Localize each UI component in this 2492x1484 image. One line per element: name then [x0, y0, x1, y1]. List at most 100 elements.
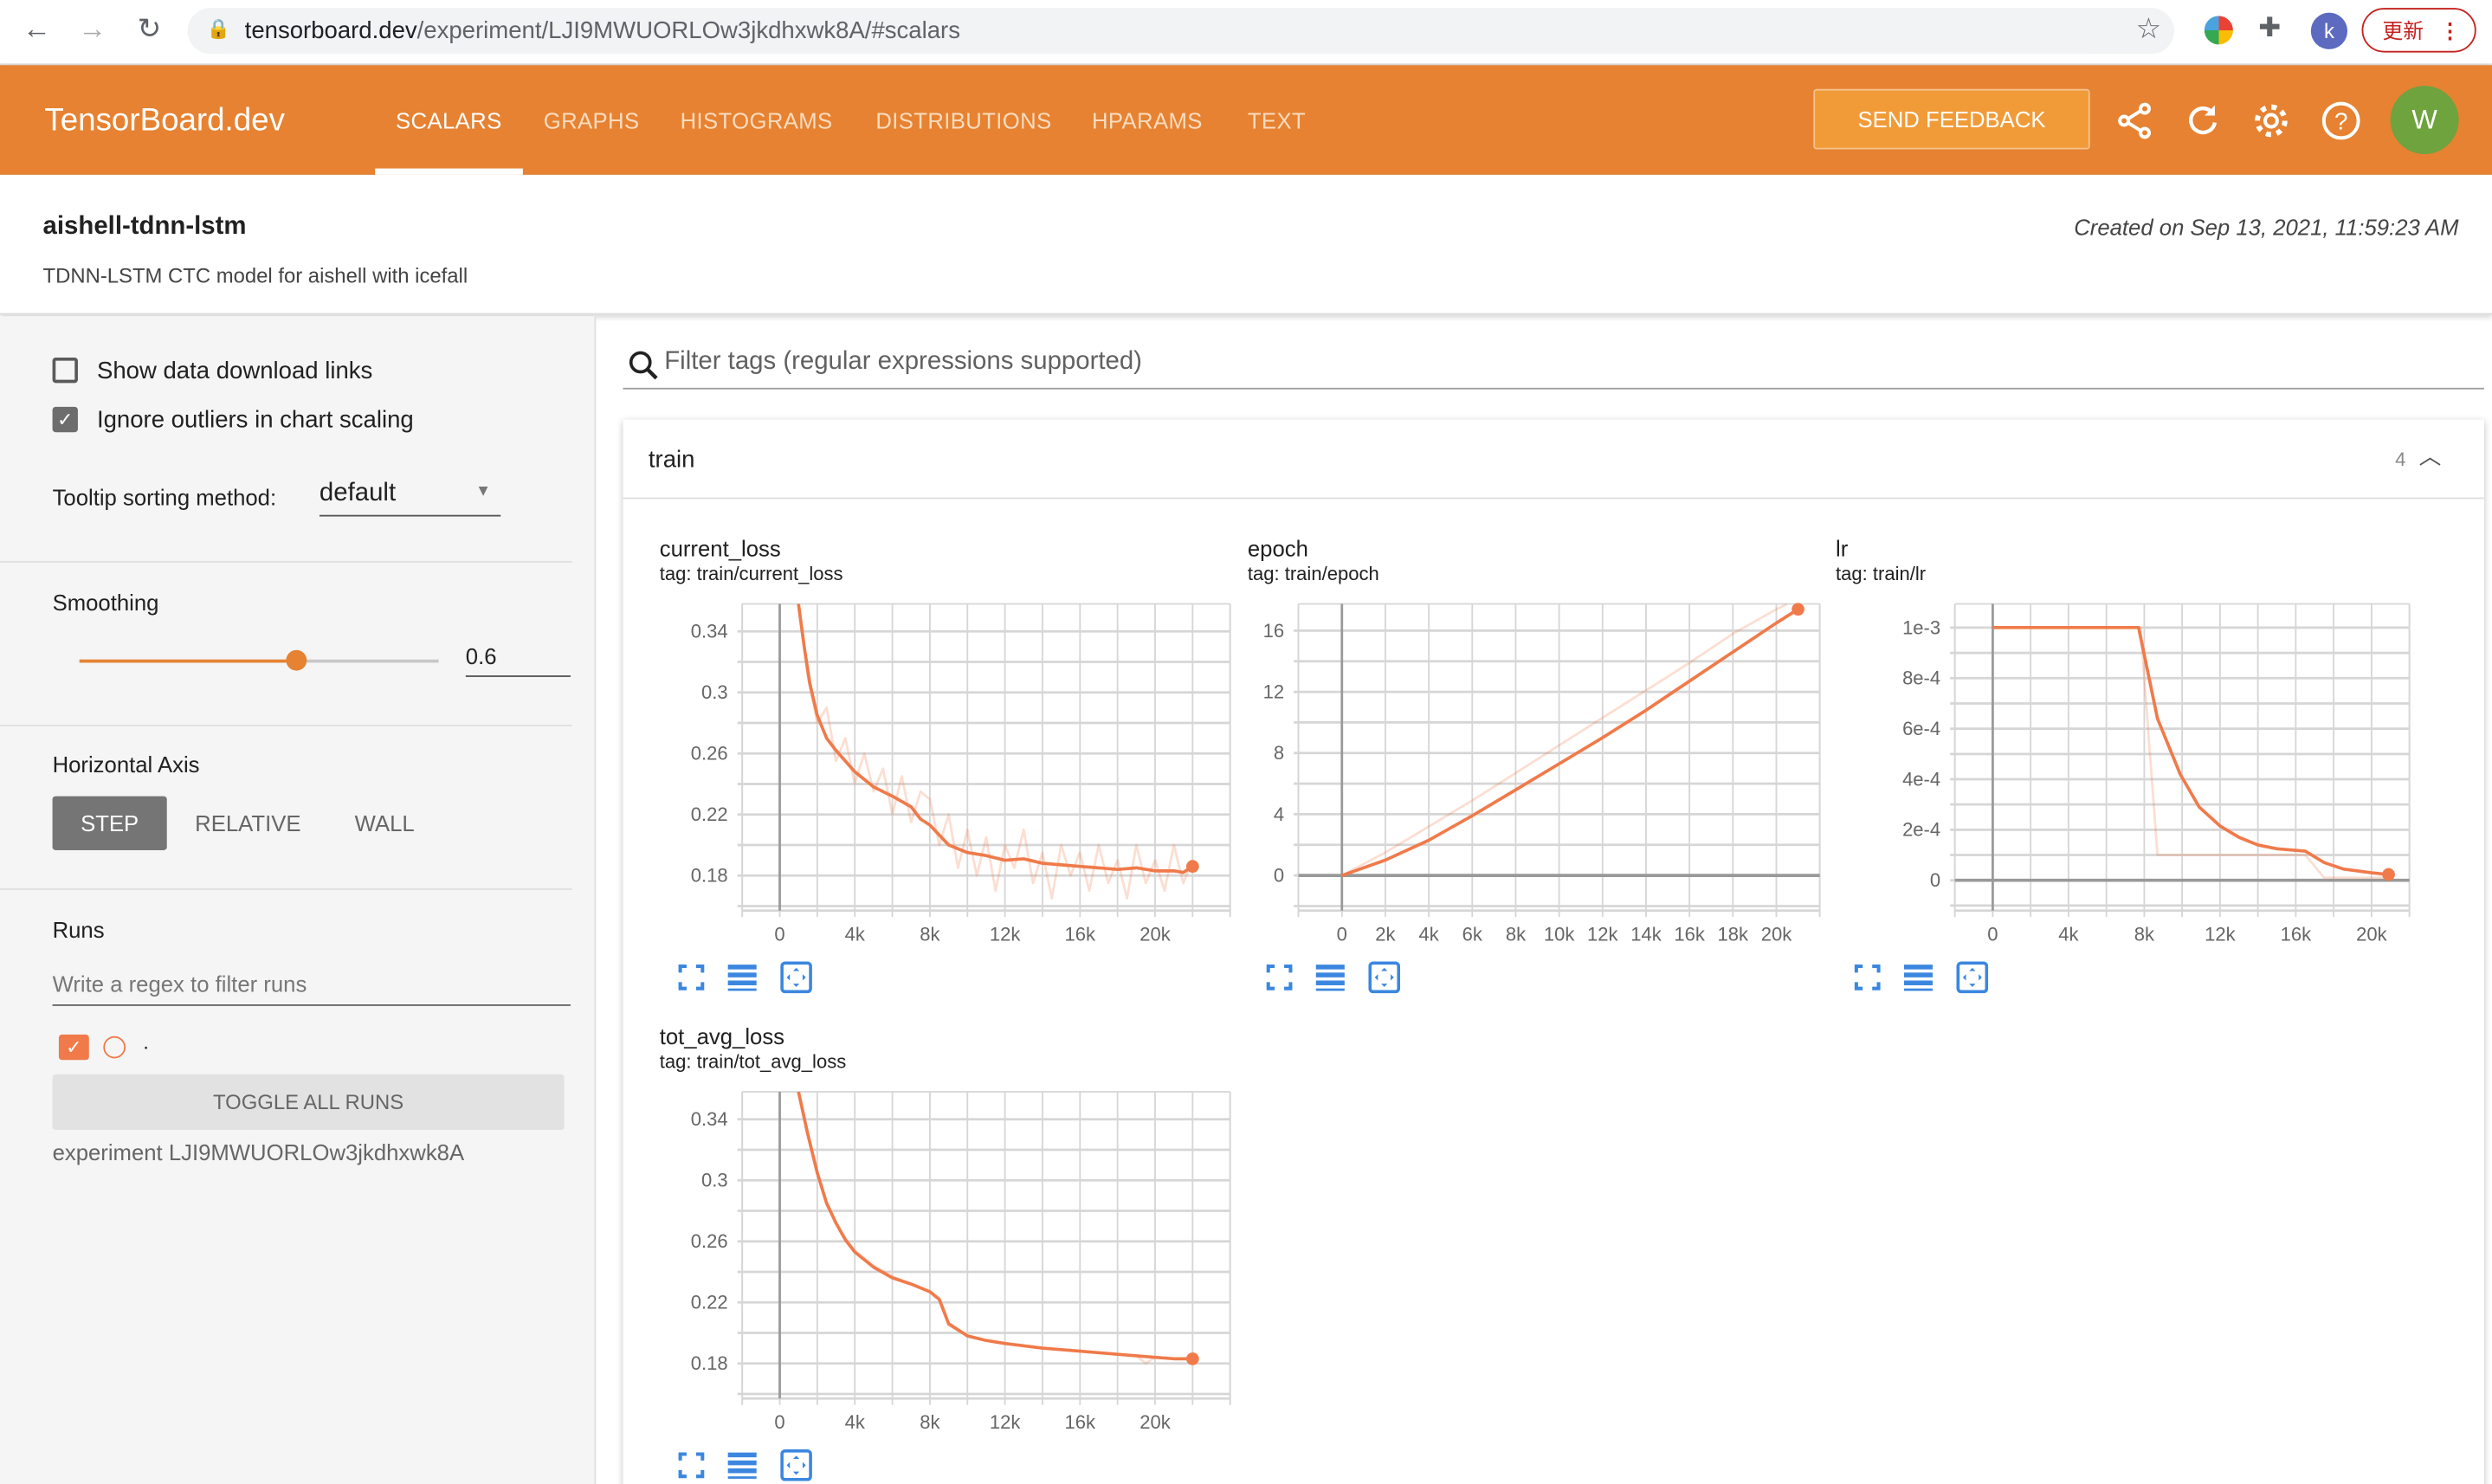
chart-card-epoch: epoch tag: train/epoch 0 2k 4k 6k 8k 10k 12k 14… [1248, 536, 1836, 1013]
tag-filter-input[interactable]: Filter tags (regular expressions support… [623, 340, 2484, 390]
reload-icon[interactable]: ↻ [132, 13, 166, 47]
y-tick-label: 0.34 [691, 1108, 728, 1130]
x-tick-label: 14k [1630, 924, 1662, 945]
smoothed-series-line [1341, 608, 1799, 877]
user-avatar[interactable]: W [2390, 86, 2459, 155]
help-icon[interactable]: ? [2321, 100, 2362, 142]
grid [1950, 603, 2411, 918]
run-name: . [143, 1029, 149, 1054]
ignore-outliers-label[interactable]: Ignore outliers in chart scaling [97, 407, 414, 434]
x-tick-label: 16k [1065, 924, 1096, 945]
data-list-icon[interactable] [726, 1449, 759, 1481]
fullscreen-icon[interactable] [675, 1449, 707, 1481]
brand-logo[interactable]: TensorBoard.dev [44, 103, 285, 139]
smoothing-value-input[interactable]: 0.6 [465, 643, 571, 677]
x-tick-label: 4k [845, 924, 866, 945]
x-tick-label: 0 [774, 924, 784, 945]
x-tick-label: 4k [1418, 924, 1439, 945]
fit-domain-icon[interactable] [1956, 961, 1989, 994]
x-tick-label: 18k [1718, 924, 1749, 945]
raw-series-line [797, 1091, 1193, 1365]
bookmark-star-icon[interactable]: ☆ [2136, 13, 2162, 47]
ignore-outliers-checkbox[interactable]: ✓ [52, 406, 78, 433]
active-tab-indicator [375, 168, 523, 175]
send-feedback-button[interactable]: SEND FEEDBACK [1813, 88, 2090, 150]
puzzle-icon[interactable]: ✚ [2258, 13, 2281, 45]
fullscreen-icon[interactable] [1851, 961, 1883, 993]
y-tick-label: 0 [1274, 864, 1284, 886]
smoothing-slider[interactable] [79, 649, 439, 671]
smoothing-label: Smoothing [52, 589, 159, 616]
x-tick-label: 6k [1462, 924, 1483, 945]
tab-scalars[interactable]: SCALARS [396, 108, 502, 133]
profile-avatar[interactable]: k [2310, 12, 2348, 49]
y-tick-label: 8 [1274, 742, 1284, 764]
tooltip-sorting-value: default [319, 480, 397, 507]
x-tick-label: 16k [1674, 924, 1705, 945]
run-color-radio[interactable] [103, 1036, 126, 1059]
lock-icon: 🔒 [206, 17, 231, 40]
tooltip-sorting-label: Tooltip sorting method: [52, 484, 277, 511]
chart-plot[interactable]: 0 2k 4k 6k 8k 10k 12k 14k 16k 18k 20k 0 4 8 12 16 [1248, 536, 1836, 957]
grid [1294, 603, 1821, 918]
chart-plot[interactable]: 0 4k 8k 12k 16k 20k 0 2e-4 4e-4 6e-4 8e-4 1e-3 [1836, 536, 2424, 957]
y-tick-label: 0.18 [691, 1352, 728, 1374]
tab-distributions[interactable]: DISTRIBUTIONS [875, 108, 1051, 133]
fullscreen-icon[interactable] [1263, 961, 1295, 993]
x-tick-label: 20k [1761, 924, 1792, 945]
y-tick-label: 0.18 [691, 865, 728, 887]
y-tick-label: 1e-3 [1902, 616, 1940, 638]
search-icon [629, 351, 658, 380]
y-tick-label: 0.34 [691, 621, 728, 642]
smoothed-series-line [797, 1091, 1193, 1361]
run-checkbox[interactable]: ✓ [58, 1034, 89, 1061]
axis-wall-button[interactable]: WALL [337, 797, 432, 850]
fit-domain-icon[interactable] [780, 961, 812, 994]
tooltip-sorting-select[interactable]: default ▼ [319, 480, 501, 517]
y-tick-label: 4e-4 [1902, 768, 1940, 790]
fit-domain-icon[interactable] [1368, 961, 1401, 994]
chart-plot[interactable]: 0 4k 8k 12k 16k 20k 0.18 0.22 0.26 0.3 0.34 [660, 1023, 1248, 1444]
y-tick-label: 0.22 [691, 803, 728, 825]
refresh-icon[interactable] [2182, 100, 2224, 142]
x-tick-label: 12k [2205, 924, 2236, 945]
fullscreen-icon[interactable] [675, 961, 707, 993]
update-button[interactable]: 更新 ⋮ [2361, 8, 2476, 53]
slider-thumb[interactable] [285, 649, 307, 671]
last-point-marker [1185, 1352, 1199, 1365]
settings-gear-icon[interactable] [2250, 100, 2292, 142]
x-tick-label: 16k [1065, 1411, 1096, 1433]
x-tick-label: 12k [1587, 924, 1618, 945]
data-list-icon[interactable] [1902, 961, 1934, 993]
share-icon[interactable] [2114, 100, 2155, 142]
chart-card-current-loss: current_loss tag: train/current_loss 0 4k… [660, 536, 1248, 1013]
data-list-icon[interactable] [726, 961, 759, 993]
toggle-all-runs-button[interactable]: TOGGLE ALL RUNS [52, 1074, 565, 1131]
tab-text[interactable]: TEXT [1248, 108, 1306, 133]
show-download-links-checkbox[interactable] [52, 357, 78, 384]
app-header: TensorBoard.dev SCALARS GRAPHS HISTOGRAM… [0, 65, 2492, 175]
chevron-up-icon[interactable]: ︿ [2419, 440, 2442, 472]
y-tick-label: 0.26 [691, 743, 728, 765]
show-download-links-label[interactable]: Show data download links [97, 358, 372, 384]
axis-step-button[interactable]: STEP [52, 796, 167, 850]
axis-relative-button[interactable]: RELATIVE [184, 797, 312, 850]
address-bar[interactable]: 🔒 tensorboard.dev/experiment/LJI9MWUORLO… [187, 8, 2174, 55]
x-tick-label: 8k [920, 1411, 940, 1433]
back-icon[interactable]: ← [19, 13, 54, 47]
tag-group-header[interactable]: train 4 ︿ [623, 420, 2484, 500]
tab-hparams[interactable]: HPARAMS [1092, 108, 1203, 133]
fit-domain-icon[interactable] [780, 1449, 812, 1481]
forward-icon[interactable]: → [74, 13, 109, 47]
extension-icon[interactable] [2204, 16, 2233, 45]
data-list-icon[interactable] [1314, 961, 1346, 993]
x-tick-label: 10k [1544, 924, 1575, 945]
svg-text:?: ? [2334, 107, 2347, 134]
y-tick-label: 8e-4 [1902, 668, 1940, 689]
chart-plot[interactable]: 0 4k 8k 12k 16k 20k 0.18 0.22 0.26 0.3 0.34 [660, 536, 1248, 957]
runs-filter-input[interactable]: Write a regex to filter runs [52, 971, 571, 1006]
tag-group-count: 4 [2395, 448, 2406, 471]
url-host: tensorboard.dev [244, 17, 417, 45]
tab-histograms[interactable]: HISTOGRAMS [681, 108, 833, 133]
tab-graphs[interactable]: GRAPHS [544, 108, 640, 133]
